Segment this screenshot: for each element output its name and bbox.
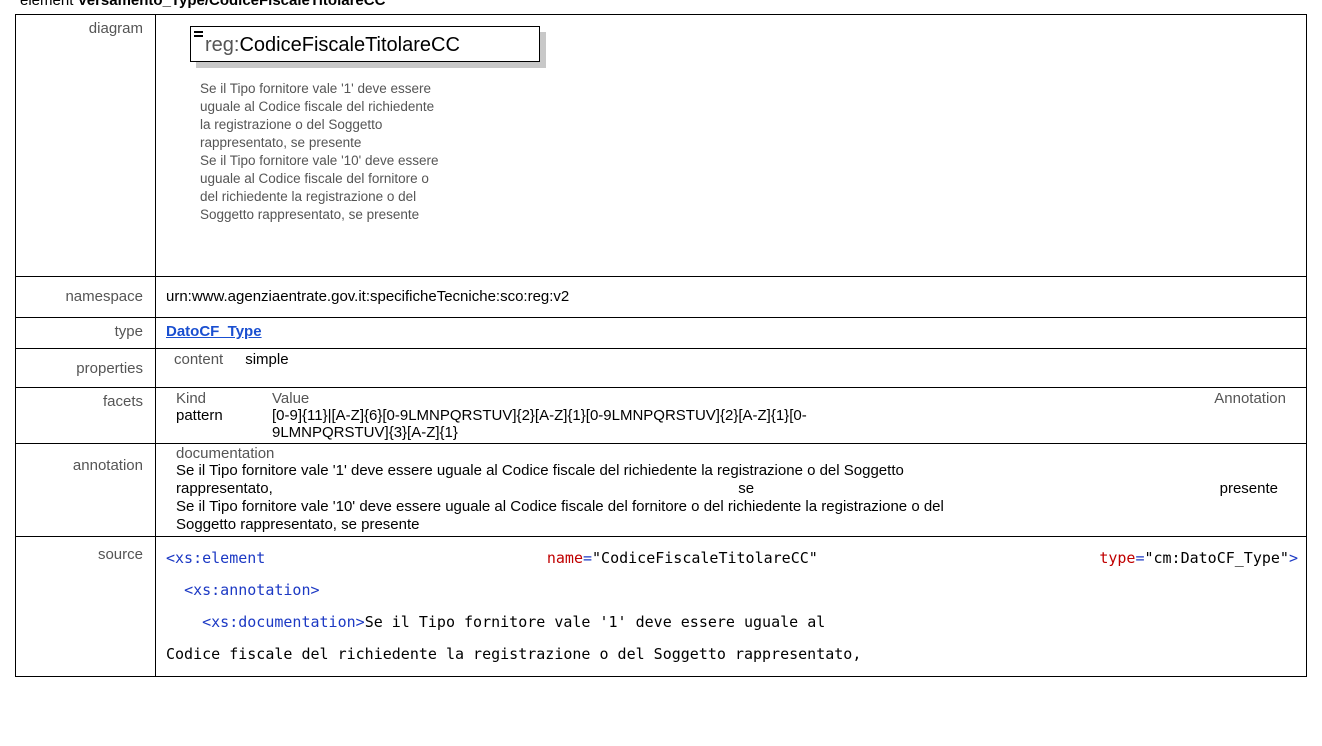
diagram-element-box[interactable]: reg:CodiceFiscaleTitolareCC (190, 26, 546, 68)
element-doc-table: diagram reg:CodiceFiscaleTitolareCC Se i… (15, 14, 1307, 677)
heading-prefix: element (20, 0, 78, 9)
label-type: type (15, 317, 156, 349)
label-facets: facets (15, 387, 156, 444)
facet-value-line1: [0-9]{11}|[A-Z]{6}[0-9LMNPQRSTUV]{2}[A-Z… (272, 407, 807, 424)
heading-title: Versamento_Type/CodiceFiscaleTitolareCC (77, 0, 386, 9)
row-annotation: annotation documentation Se il Tipo forn… (15, 443, 1307, 537)
facet-kind: pattern (176, 407, 223, 424)
row-namespace: namespace urn:www.agenziaentrate.gov.it:… (15, 276, 1307, 318)
source-line-1: <xs:element name="CodiceFiscaleTitolareCC… (166, 549, 1298, 567)
label-annotation: annotation (15, 443, 156, 537)
element-content-icon (194, 31, 203, 39)
annotation-header: documentation (176, 445, 275, 462)
label-namespace: namespace (15, 276, 156, 318)
diagram-documentation: Se il Tipo fornitore vale '1' deve esser… (200, 81, 439, 222)
annotation-line2: rappresentato, se presente (176, 480, 1278, 497)
namespace-value: urn:www.agenziaentrate.gov.it:specifiche… (155, 276, 1307, 318)
row-type: type DatoCF_Type (15, 317, 1307, 349)
annotation-line3: Se il Tipo fornitore vale '10' deve esse… (176, 498, 944, 515)
type-link[interactable]: DatoCF_Type (166, 323, 262, 340)
annotation-line4: Soggetto rappresentato, se presente (176, 516, 420, 533)
source-line-4: Codice fiscale del richiedente la regist… (166, 645, 862, 663)
diagram-element: reg:CodiceFiscaleTitolareCC (190, 26, 540, 62)
label-diagram: diagram (15, 14, 156, 277)
row-source: source <xs:element name="CodiceFiscaleTit… (15, 536, 1307, 677)
facet-value-line2: 9LMNPQRSTUV]{3}[A-Z]{1} (272, 424, 458, 441)
facet-header-kind: Kind (176, 390, 207, 407)
property-key: content (174, 351, 224, 368)
label-source: source (15, 536, 156, 677)
diagram-prefix: reg: (205, 34, 240, 56)
facet-header-annotation: Annotation (1214, 390, 1286, 407)
property-value: simple (245, 351, 289, 368)
diagram-name: CodiceFiscaleTitolareCC (239, 34, 460, 56)
facet-value: [0-9]{11}|[A-Z]{6}[0-9LMNPQRSTUV]{2}[A-Z… (272, 407, 1166, 441)
facet-header-value: Value (272, 390, 310, 407)
facets-grid: Kind Value Annotation pattern [0-9]{11}|… (176, 390, 1286, 441)
row-properties: properties content simple (15, 348, 1307, 388)
properties-list: content simple (174, 351, 1298, 368)
row-diagram: diagram reg:CodiceFiscaleTitolareCC Se i… (15, 14, 1307, 277)
source-code: <xs:element name="CodiceFiscaleTitolareCC… (155, 536, 1307, 677)
row-facets: facets Kind Value Annotation pattern [0-… (15, 387, 1307, 444)
source-line-2: <xs:annotation> (184, 581, 320, 599)
label-properties: properties (15, 348, 156, 388)
diagram-cell: reg:CodiceFiscaleTitolareCC Se il Tipo f… (155, 14, 1307, 277)
source-line-3: <xs:documentation>Se il Tipo fornitore v… (202, 613, 826, 631)
annotation-line1: Se il Tipo fornitore vale '1' deve esser… (176, 462, 904, 479)
page-heading: element Versamento_Type/CodiceFiscaleTit… (20, 0, 385, 9)
diagram-element-name: reg:CodiceFiscaleTitolareCC (205, 34, 460, 57)
